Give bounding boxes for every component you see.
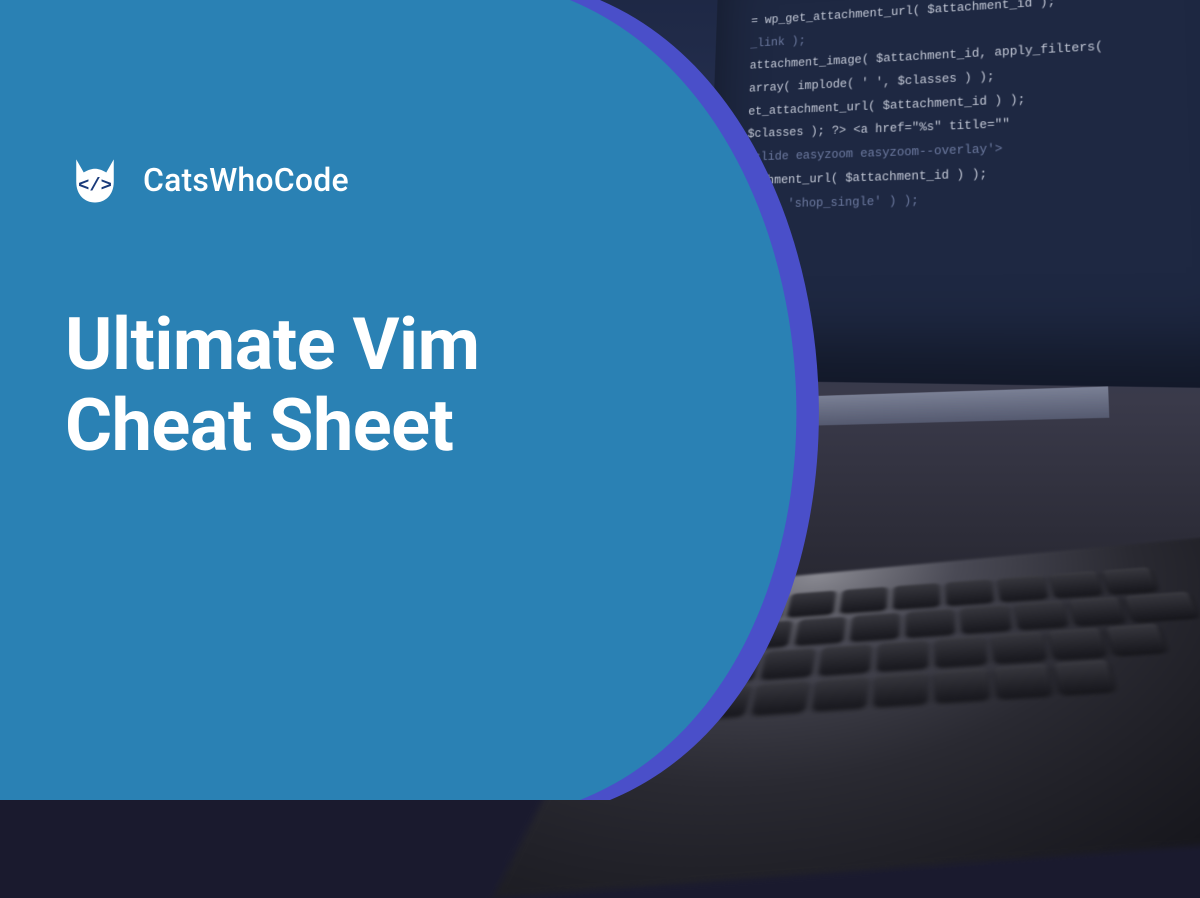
brand-lockup: </> CatsWhoCode bbox=[65, 150, 479, 210]
taskbar-icon bbox=[753, 402, 772, 422]
headline-line-2: Cheat Sheet bbox=[65, 383, 453, 468]
taskbar-icon bbox=[731, 403, 750, 423]
brand-name: CatsWhoCode bbox=[143, 161, 349, 199]
laptop-keyboard bbox=[527, 562, 1200, 835]
taskbar-icon bbox=[667, 405, 686, 425]
hero-content: </> CatsWhoCode Ultimate Vim Cheat Sheet bbox=[65, 150, 479, 466]
headline-line-1: Ultimate Vim bbox=[65, 302, 479, 387]
os-taskbar bbox=[598, 386, 1109, 431]
laptop-photo-backdrop: = wp_get_attachment_url( $attachment_id … bbox=[580, 0, 1200, 800]
cat-code-logo-icon: </> bbox=[65, 150, 125, 210]
taskbar-icon bbox=[605, 407, 623, 426]
code-editor-screen: = wp_get_attachment_url( $attachment_id … bbox=[704, 0, 1200, 389]
svg-text:</>: </> bbox=[78, 174, 112, 196]
taskbar-icon bbox=[626, 406, 644, 425]
taskbar-icon bbox=[688, 404, 707, 424]
taskbar-icon bbox=[646, 406, 665, 426]
taskbar-icon bbox=[709, 404, 728, 424]
page-headline: Ultimate Vim Cheat Sheet bbox=[65, 305, 479, 466]
